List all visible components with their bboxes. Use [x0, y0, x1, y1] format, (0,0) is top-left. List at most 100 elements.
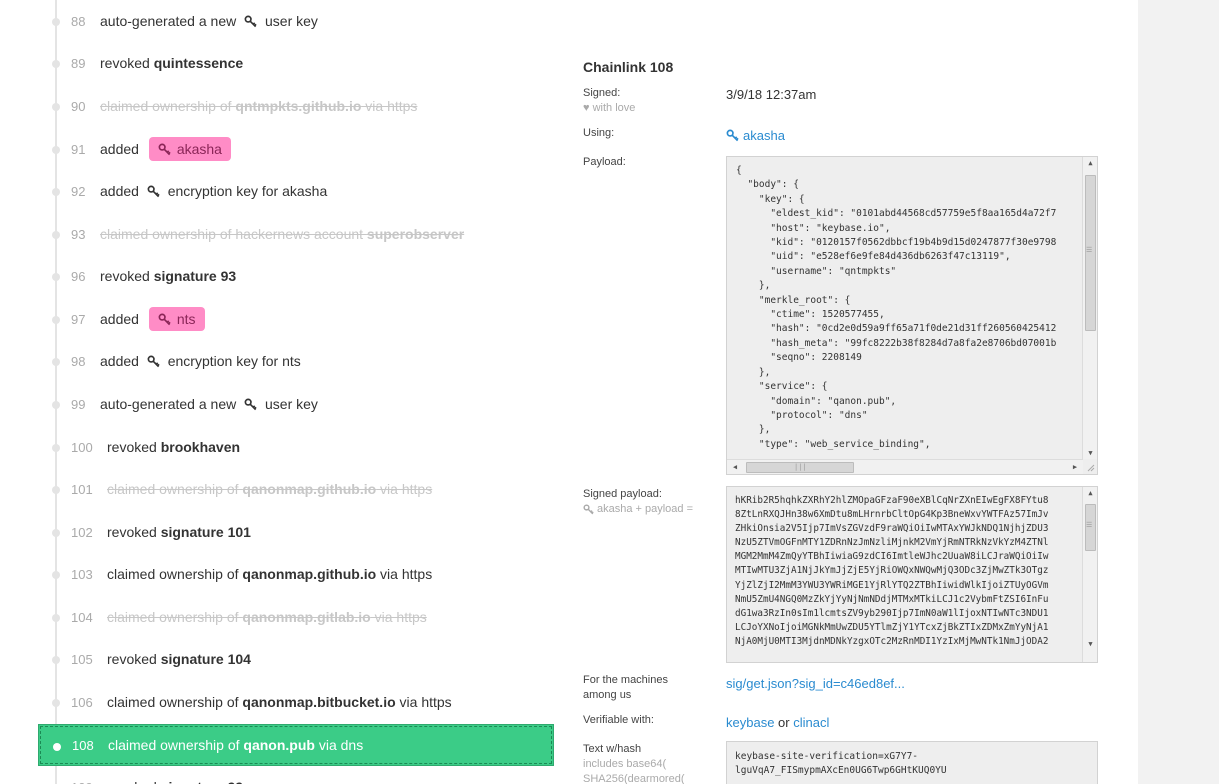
chain-link-row[interactable]: 90 claimed ownership of qntmpkts.github.i… — [38, 85, 554, 127]
key-icon — [147, 185, 160, 198]
signed-label: Signed: — [583, 87, 621, 99]
signed-payload-note: akasha + payload = — [583, 502, 693, 517]
chain-link-text: via https — [376, 481, 433, 497]
verifiable-tools: keybase or clinacl — [726, 715, 829, 730]
chain-link-seqno: 98 — [71, 353, 86, 369]
chain-link-seqno: 100 — [71, 439, 93, 455]
chain-dot — [52, 401, 60, 409]
chain-link-description: added encryption key for akasha — [100, 183, 327, 199]
chain-link-description: claimed ownership of qanon.pub via dns — [108, 737, 363, 753]
signed-payload-textarea[interactable]: hKRib2R5hqhkZXRhY2hlZMOpaGFzaF90eXBlCqNr… — [726, 486, 1098, 663]
key-icon — [726, 129, 739, 142]
chain-link-row[interactable]: 100 revoked brookhaven — [38, 426, 554, 468]
chain-dot — [52, 358, 60, 366]
chain-link-row[interactable]: 105 revoked signature 104 — [38, 638, 554, 680]
chain-link-seqno: 91 — [71, 141, 86, 157]
key-icon — [244, 15, 257, 28]
chain-dot — [52, 188, 60, 196]
chain-link-description: claimed ownership of qanonmap.github.io … — [107, 566, 432, 582]
chain-link-text: via https — [395, 694, 452, 710]
chain-link-seqno: 109 — [71, 780, 93, 784]
chain-link-description: revoked signature 99 — [107, 779, 243, 784]
or-text: or — [778, 715, 790, 730]
chain-link-row[interactable]: 93 claimed ownership of hackernews accoun… — [38, 213, 554, 255]
scroll-down-arrow-icon[interactable]: ▼ — [1083, 638, 1097, 650]
key-badge[interactable]: akasha — [148, 137, 231, 161]
chain-link-description: auto-generated a new user key — [100, 396, 318, 412]
chain-link-row[interactable]: 109 revoked signature 99 — [38, 766, 554, 784]
chain-dot — [52, 18, 60, 26]
chain-link-row[interactable]: 88 auto-generated a new user key — [38, 0, 554, 42]
clinacl-link[interactable]: clinacl — [793, 715, 829, 730]
chain-link-row[interactable]: 103 claimed ownership of qanonmap.github.… — [38, 553, 554, 595]
chain-link-description: auto-generated a new user key — [100, 13, 318, 29]
chain-link-seqno: 89 — [71, 55, 86, 71]
chain-link-row[interactable]: 97 added nts — [38, 298, 554, 340]
text-hash-sub-2: SHA256(dearmored( — [583, 773, 685, 784]
sigchain-list: 88 auto-generated a new user key 89 revoked… — [38, 0, 554, 784]
chain-link-row[interactable]: 102 revoked signature 101 — [38, 511, 554, 553]
scroll-left-arrow-icon[interactable]: ◀ — [729, 460, 741, 474]
scroll-up-arrow-icon[interactable]: ▲ — [1083, 157, 1097, 169]
chain-link-description: claimed ownership of qanonmap.github.io … — [107, 481, 432, 497]
chain-link-description: added akasha — [100, 137, 231, 161]
payload-textarea[interactable]: { "body": { "key": { "eldest_kid": "0101… — [726, 156, 1098, 475]
resize-handle-icon[interactable] — [1085, 462, 1095, 472]
chain-link-row[interactable]: 89 revoked quintessence — [38, 42, 554, 84]
chain-link-text: added — [100, 183, 143, 199]
chain-dot — [52, 231, 60, 239]
chain-link-subject: signature 101 — [160, 524, 251, 540]
chain-link-text: revoked — [100, 268, 154, 284]
chain-link-text: claimed ownership of — [107, 694, 243, 710]
chain-link-text: claimed ownership of — [108, 737, 244, 753]
chain-link-subject: qntmpkts.github.io — [235, 98, 362, 114]
chain-link-row[interactable]: 101 claimed ownership of qanonmap.github.… — [38, 468, 554, 510]
with-love-note: ♥ with love — [583, 101, 635, 116]
using-label: Using: — [583, 127, 615, 139]
with-love-text: with love — [592, 102, 636, 114]
chain-link-seqno: 101 — [71, 481, 93, 497]
chain-link-subject: signature 104 — [160, 651, 251, 667]
chain-link-row[interactable]: 106 claimed ownership of qanonmap.bitbuck… — [38, 681, 554, 723]
machines-label-line-1: For the machines — [583, 674, 668, 686]
chain-link-row[interactable]: 96 revoked signature 93 — [38, 255, 554, 297]
payload-vertical-scrollbar[interactable]: ▲ ☰ ▼ — [1082, 157, 1097, 459]
chain-link-subject: superobserver — [366, 226, 465, 242]
chain-link-text: auto-generated a new — [100, 13, 241, 29]
text-hash-value: keybase-site-verification=xG7Y7- lguVqA7… — [735, 751, 947, 777]
chain-link-row[interactable]: 92 added encryption key for akasha — [38, 170, 554, 212]
chain-link-description: revoked signature 101 — [107, 524, 251, 540]
chain-link-seqno: 102 — [71, 524, 93, 540]
using-key-anchor[interactable]: akasha — [726, 128, 785, 143]
sig-json-link[interactable]: sig/get.json?sig_id=c46ed8ef... — [726, 676, 905, 691]
using-key-name: akasha — [743, 128, 785, 143]
chain-link-seqno: 97 — [71, 311, 86, 327]
chain-dot — [52, 316, 60, 324]
chain-dot — [52, 486, 60, 494]
chain-link-row[interactable]: 99 auto-generated a new user key — [38, 383, 554, 425]
key-icon — [583, 504, 594, 515]
keybase-link[interactable]: keybase — [726, 715, 774, 730]
chain-link-description: claimed ownership of qanonmap.bitbucket.… — [107, 694, 452, 710]
chain-link-text: auto-generated a new — [100, 396, 241, 412]
chain-link-row-selected[interactable]: 108 claimed ownership of qanon.pub via dn… — [38, 724, 554, 766]
text-hash-label: Text w/hash — [583, 743, 642, 755]
chain-link-row[interactable]: 104 claimed ownership of qanonmap.gitlab.… — [38, 596, 554, 638]
chain-link-row[interactable]: 91 added akasha — [38, 128, 554, 170]
chain-link-seqno: 90 — [71, 98, 86, 114]
payload-label: Payload: — [583, 156, 626, 168]
scroll-right-arrow-icon[interactable]: ▶ — [1069, 460, 1081, 474]
scroll-up-arrow-icon[interactable]: ▲ — [1083, 487, 1097, 499]
text-hash-textarea[interactable]: keybase-site-verification=xG7Y7- lguVqA7… — [726, 741, 1098, 784]
chain-link-row[interactable]: 98 added encryption key for nts — [38, 340, 554, 382]
payload-horizontal-scrollbar[interactable]: ◀ ||| ▶ — [727, 459, 1083, 474]
chain-link-text: claimed ownership of — [107, 566, 243, 582]
scroll-down-arrow-icon[interactable]: ▼ — [1083, 447, 1097, 459]
key-badge[interactable]: nts — [148, 307, 205, 331]
key-badge-label: akasha — [176, 141, 222, 157]
chain-link-text: revoked — [100, 55, 154, 71]
chain-link-text: added — [100, 353, 143, 369]
chain-link-seqno: 93 — [71, 226, 86, 242]
signed-payload-vertical-scrollbar[interactable]: ▲ ☰ ▼ — [1082, 487, 1097, 662]
using-key-link[interactable]: akasha — [726, 128, 785, 145]
